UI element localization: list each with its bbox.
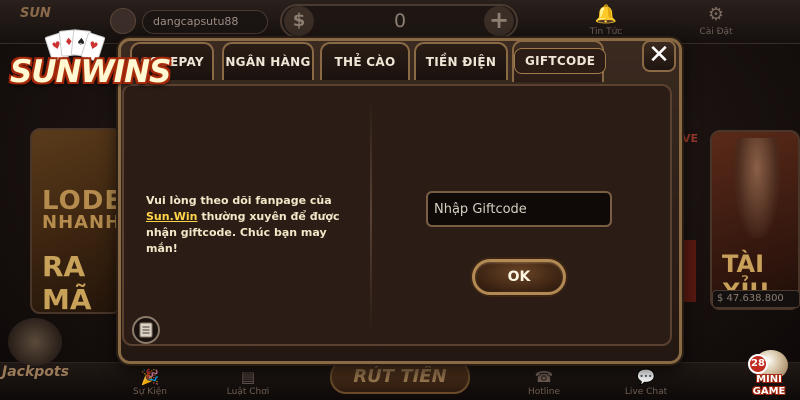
username-label: dangcapsutu88	[142, 10, 268, 34]
game-card-lode[interactable]: LODE NHANH RA MÃ	[30, 128, 122, 314]
settings-label: Cài Đặt	[699, 27, 733, 37]
minigame-count-badge: 28	[748, 354, 768, 374]
events-label: Sự Kiện	[133, 387, 167, 397]
taixiu-jackpot: $ 47.638.800	[712, 290, 800, 308]
party-icon: 🎉	[140, 368, 160, 386]
minigame-label-line1: MINI	[756, 374, 782, 385]
sunwins-logo: ♥ ♦ ♠ ♥ SUNWINS	[8, 29, 171, 106]
news-label: Tin Tức	[589, 27, 623, 37]
info-text-part1: Vui lòng theo dõi fanpage của	[146, 194, 332, 207]
close-icon: ✕	[648, 40, 670, 70]
live-chat-button[interactable]: 💬 Live Chat	[616, 368, 676, 398]
events-button[interactable]: 🎉 Sự Kiện	[120, 368, 180, 398]
live-chat-label: Live Chat	[624, 387, 668, 397]
withdraw-button[interactable]: RÚT TIỀN	[330, 360, 470, 394]
jackpots-icon	[8, 318, 62, 366]
hotline-button[interactable]: ☎ Hotline	[514, 368, 574, 398]
tab-ngan-hang-label: NGÂN HÀNG	[225, 55, 311, 69]
jackpots-button[interactable]: Jackpots	[2, 364, 69, 380]
rules-label: Luật Chơi	[226, 387, 270, 397]
game-card-lode-line3: RA MÃ	[42, 250, 92, 314]
bell-icon: 🔔	[594, 4, 618, 25]
rules-icon: ▤	[240, 368, 256, 386]
close-button[interactable]: ✕	[642, 40, 676, 72]
tab-the-cao[interactable]: THẺ CÀO	[320, 42, 410, 80]
tab-giftcode-label: GIFTCODE	[514, 48, 607, 74]
settings-button[interactable]: ⚙ Cài Đặt	[692, 4, 740, 40]
logo-text: SUNWINS	[10, 54, 171, 90]
minigame-button[interactable]: 28 MINI GAME	[740, 350, 798, 398]
giftcode-info-text: Vui lòng theo dõi fanpage của Sun.Win th…	[146, 193, 356, 257]
chat-icon: 💬	[636, 368, 656, 386]
game-card-lode-line2: NHANH	[42, 212, 122, 233]
tab-ngan-hang[interactable]: NGÂN HÀNG	[222, 42, 314, 80]
tab-the-cao-label: THẺ CÀO	[334, 55, 396, 69]
ok-button[interactable]: OK	[472, 259, 566, 295]
game-card-taixiu[interactable]: TÀI XỈU	[710, 130, 800, 310]
card-fragment	[682, 240, 696, 302]
hotline-label: Hotline	[527, 387, 561, 397]
panel-divider	[370, 96, 372, 334]
tab-tien-dien-tu[interactable]: TIỀN ĐIỆN TỬ	[414, 42, 508, 105]
rules-button[interactable]: ▤ Luật Chơi	[218, 368, 278, 398]
gear-icon: ⚙	[707, 4, 725, 25]
minigame-label-line2: GAME	[752, 386, 786, 397]
live-tag: VE	[682, 132, 699, 145]
dealer-portrait	[734, 138, 780, 238]
news-button[interactable]: 🔔 Tin Tức	[582, 4, 630, 40]
tab-giftcode[interactable]: GIFTCODE	[512, 40, 607, 82]
add-balance-button[interactable]: +	[484, 6, 514, 36]
dollar-icon: $	[284, 6, 314, 36]
history-button[interactable]	[132, 316, 160, 344]
sun-small-logo: SUN	[20, 6, 51, 21]
balance-value: 0	[393, 10, 407, 32]
fanpage-link[interactable]: Sun.Win	[146, 210, 198, 223]
phone-icon: ☎	[534, 368, 554, 386]
giftcode-input[interactable]	[426, 191, 612, 227]
document-icon	[139, 322, 153, 338]
